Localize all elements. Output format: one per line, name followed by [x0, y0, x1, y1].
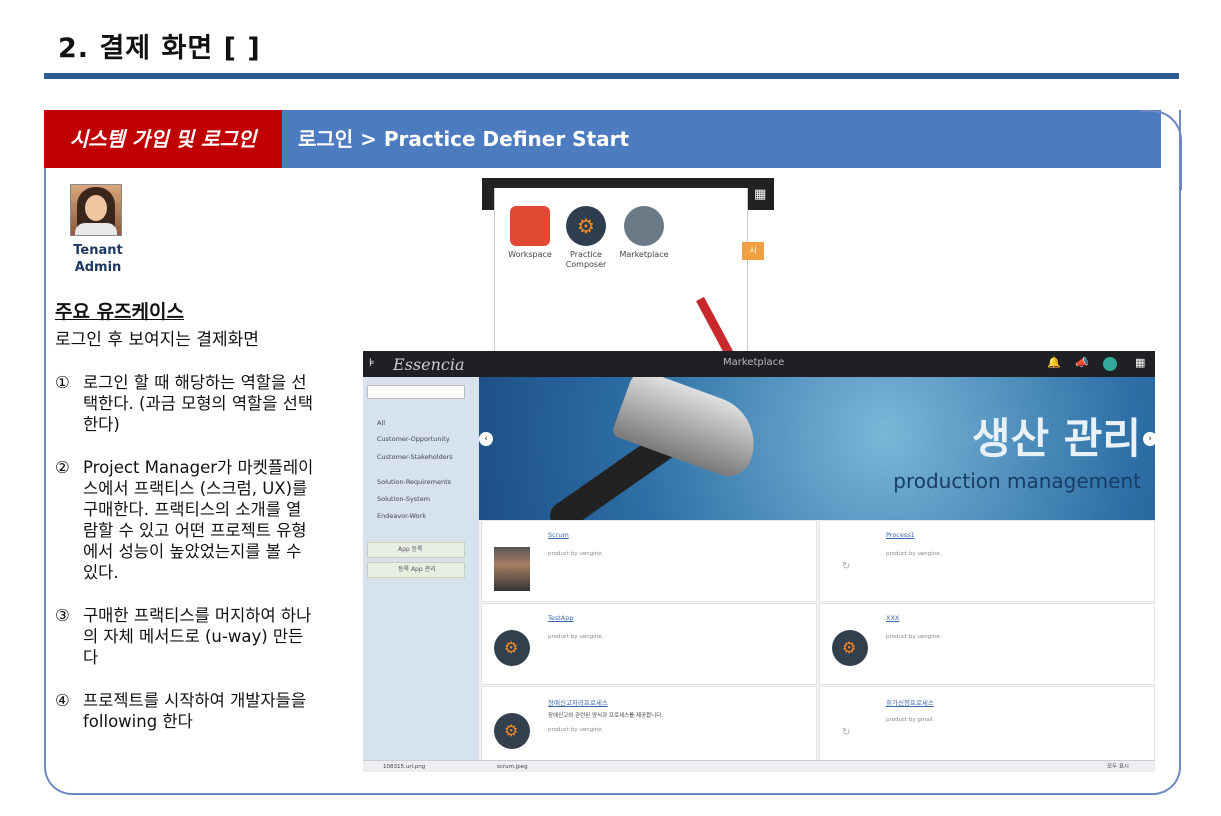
menu-item-marketplace[interactable]: Marketplace — [613, 206, 675, 260]
banner-title-ko: 생산 관리 — [971, 414, 1141, 463]
app-name-link[interactable]: 장애신고처리프로세스 — [548, 697, 608, 707]
app-author: product by uengine. — [548, 727, 604, 733]
step-text: Project Manager가 마켓플레이스에서 프랙티스 (스크럼, UX)… — [83, 458, 314, 582]
step-number: ① — [55, 373, 70, 392]
register-app-button[interactable]: App 등록 — [367, 542, 465, 558]
breadcrumb: 로그인 > Practice Definer Start — [298, 127, 630, 151]
download-file-1[interactable]: 108315.url.png — [383, 761, 425, 772]
menu-item-workspace[interactable]: Workspace — [499, 206, 561, 260]
app-name-link[interactable]: XXX — [886, 614, 899, 622]
app-card[interactable]: ↻ Process1 product by uengine. — [819, 520, 1155, 602]
app-card[interactable]: Scrum product by uengine. — [481, 520, 817, 602]
app-name-link[interactable]: 휴가신청프로세스 — [886, 697, 934, 707]
app-grid-icon[interactable]: ▦ — [754, 187, 766, 202]
menu-toggle-icon[interactable]: ⊧ — [369, 356, 375, 369]
sidebar-item-all[interactable]: All — [377, 419, 385, 427]
topbar-title: Marketplace — [723, 357, 785, 368]
step-text: 구매한 프랙티스를 머지하여 하나의 자체 메서드로 (u-way) 만든다 — [83, 606, 312, 667]
frame-corner — [1140, 110, 1182, 190]
app-author: product by uengine. — [886, 551, 942, 557]
app-author: product by gmail. — [886, 717, 935, 723]
sidebar-item-solution-system[interactable]: Solution-System — [377, 495, 430, 503]
menu-item-practice-composer[interactable]: ⚙ Practice Composer — [555, 206, 617, 270]
role-line2: Admin — [74, 260, 122, 275]
use-case-subtitle: 로그인 후 보여지는 결제화면 — [55, 330, 259, 350]
step-item: ② Project Manager가 마켓플레이스에서 프랙티스 (스크럼, U… — [55, 457, 315, 583]
gear-app-icon — [494, 630, 530, 666]
show-all-downloads-button[interactable]: 모두 표시 — [1107, 761, 1129, 772]
user-role: Tenant Admin — [60, 242, 136, 276]
app-thumbnail — [494, 547, 530, 591]
orange-tag: 시 — [742, 242, 764, 260]
workspace-icon — [510, 206, 550, 246]
gear-app-icon — [832, 630, 868, 666]
app-card[interactable]: 장애신고처리프로세스 장애신고와 관련된 양식과 프로세스를 제공합니다. pr… — [481, 686, 817, 768]
step-item: ④ 프로젝트를 시작하여 개발자들을 following 한다 — [55, 690, 315, 732]
app-card[interactable]: TestApp product by uengine. — [481, 603, 817, 685]
menu-item-label: Marketplace — [619, 250, 669, 259]
app-topbar: ⊧ Essencia Marketplace 🔔 📣 ▦ — [363, 351, 1155, 377]
app-grid-icon[interactable]: ▦ — [1135, 356, 1145, 369]
brand-logo[interactable]: Essencia — [393, 355, 465, 374]
basket-icon — [624, 206, 664, 246]
carousel-prev-button[interactable]: ‹ — [479, 432, 493, 446]
app-author: product by uengine. — [548, 551, 604, 557]
menu-item-label: Practice Composer — [565, 250, 607, 269]
page-title: 2. 결제 화면 [ ] — [58, 33, 261, 64]
sidebar-item-solution-requirements[interactable]: Solution-Requirements — [377, 478, 451, 486]
role-line1: Tenant — [73, 243, 123, 258]
app-name-link[interactable]: Scrum — [548, 531, 569, 539]
app-author: product by uengine. — [886, 634, 942, 640]
menu-item-label: Workspace — [508, 250, 552, 259]
gear-app-icon — [494, 713, 530, 749]
use-case-steps: ① 로그인 할 때 해당하는 역할을 선택한다. (과금 모형의 역할을 선택한… — [55, 372, 315, 754]
manage-apps-button[interactable]: 등록 App 관리 — [367, 562, 465, 578]
app-card[interactable]: XXX product by uengine. — [819, 603, 1155, 685]
step-number: ④ — [55, 691, 70, 710]
use-case-title: 주요 유즈케이스 — [55, 301, 184, 323]
search-input[interactable] — [367, 385, 465, 399]
app-description: 장애신고와 관련된 양식과 프로세스를 제공합니다. — [548, 713, 664, 719]
sidebar-item-endeavor-work[interactable]: Endeavor-Work — [377, 512, 426, 520]
step-text: 프로젝트를 시작하여 개발자들을 following 한다 — [83, 691, 307, 731]
step-item: ① 로그인 할 때 해당하는 역할을 선택한다. (과금 모형의 역할을 선택한… — [55, 372, 315, 435]
sidebar-item-customer-stakeholders[interactable]: Customer-Stakeholders — [377, 453, 467, 461]
app-card[interactable]: ↻ 휴가신청프로세스 product by gmail. — [819, 686, 1155, 768]
download-bar: 108315.url.png scrum.jpeg 모두 표시 — [363, 760, 1155, 772]
composer-gear-icon: ⚙ — [566, 206, 606, 246]
app-name-link[interactable]: TestApp — [548, 614, 574, 622]
carousel-next-button[interactable]: › — [1143, 432, 1155, 446]
loading-icon: ↻ — [842, 561, 851, 572]
sidebar-item-customer-opportunity[interactable]: Customer-Opportunity — [377, 435, 450, 443]
notification-icon[interactable]: 🔔 — [1047, 356, 1061, 369]
step-number: ③ — [55, 606, 70, 625]
section-category: 시스템 가입 및 로그인 — [44, 110, 282, 168]
download-file-2[interactable]: scrum.jpeg — [497, 761, 528, 772]
step-text: 로그인 할 때 해당하는 역할을 선택한다. (과금 모형의 역할을 선택한다) — [83, 373, 314, 434]
user-avatar-icon[interactable] — [1103, 357, 1117, 371]
title-divider — [44, 73, 1179, 79]
marketplace-screenshot: ⊧ Essencia Marketplace 🔔 📣 ▦ All Custome… — [363, 351, 1155, 772]
hero-banner: 생산 관리 production management — [479, 377, 1155, 520]
sidebar: All Customer-Opportunity Customer-Stakeh… — [363, 377, 479, 760]
banner-title-en: production management — [893, 469, 1141, 493]
loading-icon: ↻ — [842, 727, 851, 738]
step-number: ② — [55, 458, 70, 477]
announce-icon[interactable]: 📣 — [1075, 356, 1089, 369]
app-name-link[interactable]: Process1 — [886, 531, 915, 539]
app-author: product by uengine. — [548, 634, 604, 640]
avatar — [70, 184, 122, 236]
step-item: ③ 구매한 프랙티스를 머지하여 하나의 자체 메서드로 (u-way) 만든다 — [55, 605, 315, 668]
